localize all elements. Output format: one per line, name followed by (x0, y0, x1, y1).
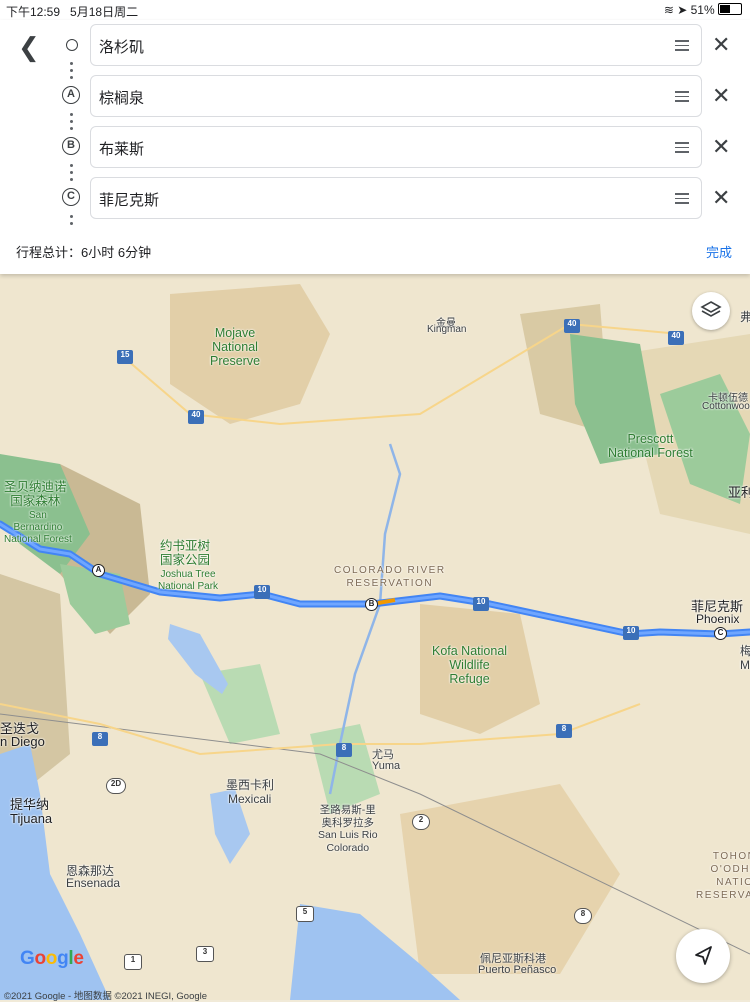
label-phoenix: Phoenix (696, 612, 740, 626)
interstate-shield-icon: 15 (117, 350, 133, 364)
label-ensenada: Ensenada (66, 876, 121, 890)
label-san-luis-rio-colorado: 圣路易斯-里 奥科罗拉多 San Luis Rio Colorado (318, 804, 378, 854)
label-edge-b: 梅 (740, 644, 750, 658)
highway-shield-icon: 8 (574, 908, 592, 924)
drag-handle-icon[interactable] (675, 142, 689, 156)
interstate-shield-icon: 40 (668, 331, 684, 345)
route-dots (70, 215, 73, 229)
label-prescott: Prescott National Forest (608, 432, 693, 460)
interstate-shield-icon: 8 (92, 732, 108, 746)
label-sandiego: n Diego (0, 734, 45, 749)
label-edge-d: 弗 (740, 310, 750, 324)
highway-shield-icon: 2 (412, 814, 430, 830)
highway-shield-icon: 3 (196, 946, 214, 962)
remove-stop-button[interactable]: ✕ (712, 32, 730, 58)
marker-a-icon: A (62, 86, 80, 104)
highway-shield-icon: 2D (106, 778, 126, 794)
route-marker-c[interactable]: C (714, 627, 727, 640)
wifi-icon: ≋ (663, 3, 674, 17)
remove-stop-button[interactable]: ✕ (712, 185, 730, 211)
label-penasco: Puerto Peñasco (478, 964, 557, 976)
done-button[interactable]: 完成 (706, 242, 732, 261)
status-right: ≋ ➤ 51% (664, 3, 742, 17)
origin-circle-icon (66, 39, 78, 51)
marker-b-icon: B (62, 137, 80, 155)
label-mojave: Mojave National Preserve (210, 326, 261, 368)
label-edge-a: 亚利 (728, 485, 750, 500)
drag-handle-icon[interactable] (675, 40, 689, 54)
status-bar: 下午12:59 5月18日周二 ≋ ➤ 51% (0, 0, 750, 20)
route-marker-a[interactable]: A (92, 564, 105, 577)
label-joshua-cn: 约书亚树 国家公园 (160, 539, 211, 567)
label-cottonwood: Cottonwood (702, 401, 750, 412)
battery-icon (718, 3, 742, 15)
stop-name: 棕榈泉 (99, 90, 145, 107)
interstate-shield-icon: 40 (188, 410, 204, 424)
stop-row-b: B 布莱斯 ✕ (0, 126, 750, 170)
stop-field-a[interactable]: 棕榈泉 (90, 75, 702, 117)
navigation-arrow-icon (695, 946, 712, 965)
interstate-shield-icon: 10 (473, 597, 489, 611)
label-tijuana: Tijuana (10, 811, 53, 826)
drag-handle-icon[interactable] (675, 193, 689, 207)
label-kofa: Kofa National Wildlife Refuge (432, 644, 508, 686)
stop-field-b[interactable]: 布莱斯 (90, 126, 702, 168)
interstate-shield-icon: 8 (556, 724, 572, 738)
label-joshua: Joshua Tree National Park (158, 569, 219, 592)
stop-row-a: A 棕榈泉 ✕ (0, 75, 750, 119)
trip-summary: 行程总计：6小时 6分钟 (16, 245, 152, 260)
stop-row-origin: 洛杉矶 ✕ (0, 24, 750, 68)
label-tohono: TOHONO O'ODHAM NATION RESERVATION (696, 851, 750, 901)
label-mexicali-cn: 墨西卡利 (226, 778, 275, 792)
interstate-shield-icon: 40 (564, 319, 580, 333)
my-location-button[interactable] (676, 929, 730, 983)
stop-row-c: C 菲尼克斯 ✕ (0, 177, 750, 221)
label-sanbern: San Bernardino National Forest (4, 510, 72, 545)
interstate-shield-icon: 8 (336, 743, 352, 757)
label-edge-c: M (740, 658, 750, 672)
label-sanbern-cn: 圣贝纳迪诺 国家森林 (4, 480, 67, 508)
highway-shield-icon: 1 (124, 954, 142, 970)
directions-panel: ❮ 洛杉矶 ✕ A 棕榈泉 ✕ B 布莱斯 ✕ C 菲尼克斯 ✕ 行程总计：6小… (0, 20, 750, 274)
stop-name: 菲尼克斯 (99, 192, 160, 209)
highway-shield-icon: 5 (296, 906, 314, 922)
stop-field-c[interactable]: 菲尼克斯 (90, 177, 702, 219)
label-kingman: Kingman (427, 324, 467, 335)
marker-c-icon: C (62, 188, 80, 206)
layers-icon (700, 301, 722, 317)
map-canvas[interactable]: 15 40 40 40 10 10 10 8 8 8 2 5 1 3 8 2D … (0, 274, 750, 1000)
label-colorado-reservation: COLORADO RIVER RESERVATION (334, 565, 446, 589)
remove-stop-button[interactable]: ✕ (712, 83, 730, 109)
location-icon: ➤ (677, 3, 688, 17)
remove-stop-button[interactable]: ✕ (712, 134, 730, 160)
stop-field-origin[interactable]: 洛杉矶 (90, 24, 702, 66)
interstate-shield-icon: 10 (254, 585, 270, 599)
label-mexicali: Mexicali (228, 792, 272, 806)
status-time: 下午12:59 5月18日周二 (6, 5, 139, 19)
battery-percent: 51% (690, 3, 715, 17)
drag-handle-icon[interactable] (675, 91, 689, 105)
interstate-shield-icon: 10 (623, 626, 639, 640)
google-logo: Google (20, 948, 84, 969)
stop-name: 洛杉矶 (99, 39, 145, 56)
route-marker-b[interactable]: B (365, 598, 378, 611)
stop-name: 布莱斯 (99, 141, 145, 158)
label-yuma: Yuma (372, 760, 401, 772)
layers-button[interactable] (692, 292, 730, 330)
